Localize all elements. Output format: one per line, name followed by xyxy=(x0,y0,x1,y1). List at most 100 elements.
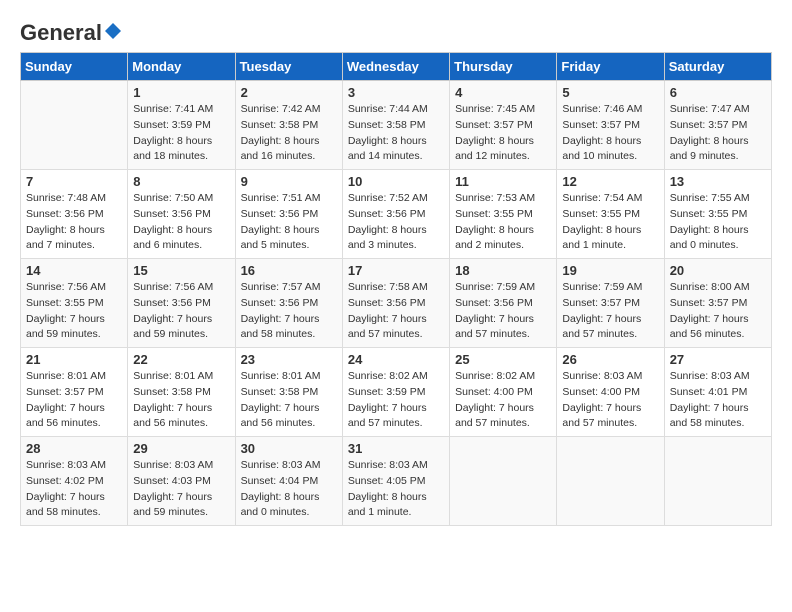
calendar-cell: 3 Sunrise: 7:44 AM Sunset: 3:58 PM Daylig… xyxy=(342,81,449,170)
col-header-sunday: Sunday xyxy=(21,53,128,81)
col-header-thursday: Thursday xyxy=(450,53,557,81)
calendar-week-2: 7 Sunrise: 7:48 AM Sunset: 3:56 PM Daylig… xyxy=(21,170,772,259)
calendar-cell xyxy=(557,437,664,526)
calendar-cell xyxy=(450,437,557,526)
day-info: Sunrise: 8:01 AM Sunset: 3:58 PM Dayligh… xyxy=(241,369,337,432)
day-info: Sunrise: 7:42 AM Sunset: 3:58 PM Dayligh… xyxy=(241,102,337,165)
logo-icon xyxy=(104,22,122,40)
day-info: Sunrise: 7:41 AM Sunset: 3:59 PM Dayligh… xyxy=(133,102,229,165)
calendar-cell: 24 Sunrise: 8:02 AM Sunset: 3:59 PM Dayli… xyxy=(342,348,449,437)
day-number: 27 xyxy=(670,352,766,367)
day-info: Sunrise: 7:53 AM Sunset: 3:55 PM Dayligh… xyxy=(455,191,551,254)
day-number: 18 xyxy=(455,263,551,278)
calendar-week-3: 14Sunrise: 7:56 AM Sunset: 3:55 PM Dayli… xyxy=(21,259,772,348)
calendar-cell: 12 Sunrise: 7:54 AM Sunset: 3:55 PM Dayli… xyxy=(557,170,664,259)
day-number: 20 xyxy=(670,263,766,278)
day-number: 7 xyxy=(26,174,122,189)
calendar-cell: 18 Sunrise: 7:59 AM Sunset: 3:56 PM Dayli… xyxy=(450,259,557,348)
day-number: 5 xyxy=(562,85,658,100)
day-info: Sunrise: 8:03 AM Sunset: 4:04 PM Dayligh… xyxy=(241,458,337,521)
day-info: Sunrise: 7:59 AM Sunset: 3:57 PM Dayligh… xyxy=(562,280,658,343)
day-number: 10 xyxy=(348,174,444,189)
day-number: 2 xyxy=(241,85,337,100)
day-info: Sunrise: 8:03 AM Sunset: 4:03 PM Dayligh… xyxy=(133,458,229,521)
day-number: 24 xyxy=(348,352,444,367)
calendar-cell: 25 Sunrise: 8:02 AM Sunset: 4:00 PM Dayli… xyxy=(450,348,557,437)
calendar-cell: 28Sunrise: 8:03 AM Sunset: 4:02 PM Dayli… xyxy=(21,437,128,526)
calendar-cell: 9 Sunrise: 7:51 AM Sunset: 3:56 PM Daylig… xyxy=(235,170,342,259)
day-info: Sunrise: 7:46 AM Sunset: 3:57 PM Dayligh… xyxy=(562,102,658,165)
day-number: 19 xyxy=(562,263,658,278)
day-info: Sunrise: 7:59 AM Sunset: 3:56 PM Dayligh… xyxy=(455,280,551,343)
day-info: Sunrise: 8:03 AM Sunset: 4:02 PM Dayligh… xyxy=(26,458,122,521)
day-number: 15 xyxy=(133,263,229,278)
day-info: Sunrise: 7:50 AM Sunset: 3:56 PM Dayligh… xyxy=(133,191,229,254)
col-header-tuesday: Tuesday xyxy=(235,53,342,81)
day-number: 29 xyxy=(133,441,229,456)
col-header-monday: Monday xyxy=(128,53,235,81)
day-number: 9 xyxy=(241,174,337,189)
calendar-table: SundayMondayTuesdayWednesdayThursdayFrid… xyxy=(20,52,772,526)
calendar-cell: 21 Sunrise: 8:01 AM Sunset: 3:57 PM Dayli… xyxy=(21,348,128,437)
day-number: 16 xyxy=(241,263,337,278)
day-info: Sunrise: 8:01 AM Sunset: 3:57 PM Dayligh… xyxy=(26,369,122,432)
day-number: 12 xyxy=(562,174,658,189)
calendar-cell: 31Sunrise: 8:03 AM Sunset: 4:05 PM Dayli… xyxy=(342,437,449,526)
day-number: 26 xyxy=(562,352,658,367)
calendar-cell: 8Sunrise: 7:50 AM Sunset: 3:56 PM Daylig… xyxy=(128,170,235,259)
day-info: Sunrise: 7:47 AM Sunset: 3:57 PM Dayligh… xyxy=(670,102,766,165)
calendar-week-4: 21 Sunrise: 8:01 AM Sunset: 3:57 PM Dayli… xyxy=(21,348,772,437)
calendar-cell xyxy=(664,437,771,526)
col-header-saturday: Saturday xyxy=(664,53,771,81)
calendar-cell xyxy=(21,81,128,170)
day-number: 23 xyxy=(241,352,337,367)
day-number: 13 xyxy=(670,174,766,189)
calendar-cell: 14Sunrise: 7:56 AM Sunset: 3:55 PM Dayli… xyxy=(21,259,128,348)
day-info: Sunrise: 7:55 AM Sunset: 3:55 PM Dayligh… xyxy=(670,191,766,254)
day-info: Sunrise: 8:01 AM Sunset: 3:58 PM Dayligh… xyxy=(133,369,229,432)
day-info: Sunrise: 7:56 AM Sunset: 3:55 PM Dayligh… xyxy=(26,280,122,343)
calendar-cell: 5 Sunrise: 7:46 AM Sunset: 3:57 PM Daylig… xyxy=(557,81,664,170)
calendar-cell: 6 Sunrise: 7:47 AM Sunset: 3:57 PM Daylig… xyxy=(664,81,771,170)
calendar-cell: 19 Sunrise: 7:59 AM Sunset: 3:57 PM Dayli… xyxy=(557,259,664,348)
calendar-cell: 7 Sunrise: 7:48 AM Sunset: 3:56 PM Daylig… xyxy=(21,170,128,259)
calendar-cell: 10Sunrise: 7:52 AM Sunset: 3:56 PM Dayli… xyxy=(342,170,449,259)
day-info: Sunrise: 8:03 AM Sunset: 4:00 PM Dayligh… xyxy=(562,369,658,432)
calendar-week-5: 28Sunrise: 8:03 AM Sunset: 4:02 PM Dayli… xyxy=(21,437,772,526)
page-header: General xyxy=(20,20,772,42)
calendar-cell: 20 Sunrise: 8:00 AM Sunset: 3:57 PM Dayli… xyxy=(664,259,771,348)
calendar-cell: 4Sunrise: 7:45 AM Sunset: 3:57 PM Daylig… xyxy=(450,81,557,170)
calendar-cell: 27Sunrise: 8:03 AM Sunset: 4:01 PM Dayli… xyxy=(664,348,771,437)
logo-general: General xyxy=(20,20,102,46)
day-info: Sunrise: 7:54 AM Sunset: 3:55 PM Dayligh… xyxy=(562,191,658,254)
day-info: Sunrise: 8:02 AM Sunset: 3:59 PM Dayligh… xyxy=(348,369,444,432)
day-info: Sunrise: 7:51 AM Sunset: 3:56 PM Dayligh… xyxy=(241,191,337,254)
day-number: 11 xyxy=(455,174,551,189)
day-info: Sunrise: 8:00 AM Sunset: 3:57 PM Dayligh… xyxy=(670,280,766,343)
day-info: Sunrise: 7:48 AM Sunset: 3:56 PM Dayligh… xyxy=(26,191,122,254)
day-number: 3 xyxy=(348,85,444,100)
day-info: Sunrise: 7:58 AM Sunset: 3:56 PM Dayligh… xyxy=(348,280,444,343)
calendar-cell: 11 Sunrise: 7:53 AM Sunset: 3:55 PM Dayli… xyxy=(450,170,557,259)
day-number: 6 xyxy=(670,85,766,100)
col-header-friday: Friday xyxy=(557,53,664,81)
calendar-cell: 16 Sunrise: 7:57 AM Sunset: 3:56 PM Dayli… xyxy=(235,259,342,348)
day-number: 31 xyxy=(348,441,444,456)
calendar-cell: 1 Sunrise: 7:41 AM Sunset: 3:59 PM Daylig… xyxy=(128,81,235,170)
day-number: 17 xyxy=(348,263,444,278)
calendar-cell: 2 Sunrise: 7:42 AM Sunset: 3:58 PM Daylig… xyxy=(235,81,342,170)
day-info: Sunrise: 7:45 AM Sunset: 3:57 PM Dayligh… xyxy=(455,102,551,165)
day-number: 1 xyxy=(133,85,229,100)
logo: General xyxy=(20,20,122,42)
day-info: Sunrise: 8:02 AM Sunset: 4:00 PM Dayligh… xyxy=(455,369,551,432)
day-number: 25 xyxy=(455,352,551,367)
calendar-cell: 26 Sunrise: 8:03 AM Sunset: 4:00 PM Dayli… xyxy=(557,348,664,437)
calendar-cell: 23 Sunrise: 8:01 AM Sunset: 3:58 PM Dayli… xyxy=(235,348,342,437)
day-info: Sunrise: 7:44 AM Sunset: 3:58 PM Dayligh… xyxy=(348,102,444,165)
day-number: 21 xyxy=(26,352,122,367)
day-info: Sunrise: 7:57 AM Sunset: 3:56 PM Dayligh… xyxy=(241,280,337,343)
calendar-cell: 17 Sunrise: 7:58 AM Sunset: 3:56 PM Dayli… xyxy=(342,259,449,348)
calendar-week-1: 1 Sunrise: 7:41 AM Sunset: 3:59 PM Daylig… xyxy=(21,81,772,170)
calendar-cell: 22Sunrise: 8:01 AM Sunset: 3:58 PM Dayli… xyxy=(128,348,235,437)
calendar-cell: 13 Sunrise: 7:55 AM Sunset: 3:55 PM Dayli… xyxy=(664,170,771,259)
